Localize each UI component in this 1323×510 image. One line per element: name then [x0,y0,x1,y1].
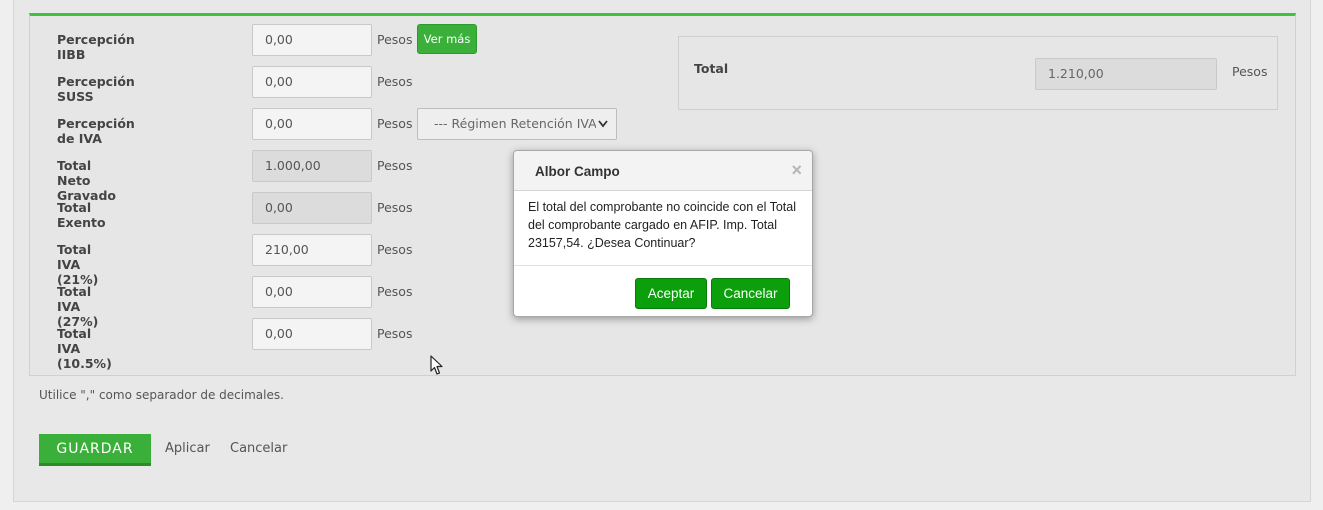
cancelar-link[interactable]: Cancelar [230,441,287,456]
unit-label: Pesos [377,242,413,257]
field-label: Percepción SUSS [57,74,135,104]
total-label: Total [694,61,729,76]
mouse-cursor-icon [430,355,443,375]
guardar-button[interactable]: GUARDAR [39,434,151,466]
total-input: 1.210,00 [1035,58,1217,90]
total-iva-10-5-input[interactable]: 0,00 [252,318,372,350]
aplicar-link[interactable]: Aplicar [165,441,210,456]
dialog-header: Albor Campo × [514,151,812,191]
field-label: Total IVA (10.5%) [57,326,112,371]
select-value: --- Régimen Retención IVA [434,116,597,131]
unit-label: Pesos [377,74,413,89]
unit-label: Pesos [377,326,413,341]
unit-label: Pesos [377,284,413,299]
ver-mas-button[interactable]: Ver más [417,24,477,54]
chevron-down-icon [596,109,610,139]
unit-label: Pesos [377,32,413,47]
total-unit: Pesos [1232,64,1268,79]
dialog-message: El total del comprobante no coincide con… [528,200,796,250]
percepcion-iva-input[interactable]: 0,00 [252,108,372,140]
field-label: Total Exento [57,200,106,230]
field-label: Percepción de IVA [57,116,135,146]
dialog-title: Albor Campo [535,164,620,179]
field-label: Percepción IIBB [57,32,135,62]
aceptar-button[interactable]: Aceptar [635,278,707,309]
unit-label: Pesos [377,200,413,215]
dialog-cancelar-button[interactable]: Cancelar [711,278,790,309]
total-exento-input: 0,00 [252,192,372,224]
decimal-hint: Utilice "," como separador de decimales. [39,388,284,402]
dialog-divider [514,265,812,266]
field-label: Total IVA (27%) [57,284,99,329]
close-icon[interactable]: × [791,161,802,179]
confirm-dialog: Albor Campo × El total del comprobante n… [513,150,813,317]
percepcion-iibb-input[interactable]: 0,00 [252,24,372,56]
total-box: Total 1.210,00 Pesos [678,36,1278,110]
unit-label: Pesos [377,158,413,173]
field-label: Total IVA (21%) [57,242,99,287]
field-label: Total Neto Gravado [57,158,116,203]
regimen-retencion-select[interactable]: --- Régimen Retención IVA [417,108,617,140]
total-iva-27-input[interactable]: 0,00 [252,276,372,308]
total-neto-gravado-input: 1.000,00 [252,150,372,182]
percepcion-suss-input[interactable]: 0,00 [252,66,372,98]
unit-label: Pesos [377,116,413,131]
total-iva-21-input[interactable]: 210,00 [252,234,372,266]
